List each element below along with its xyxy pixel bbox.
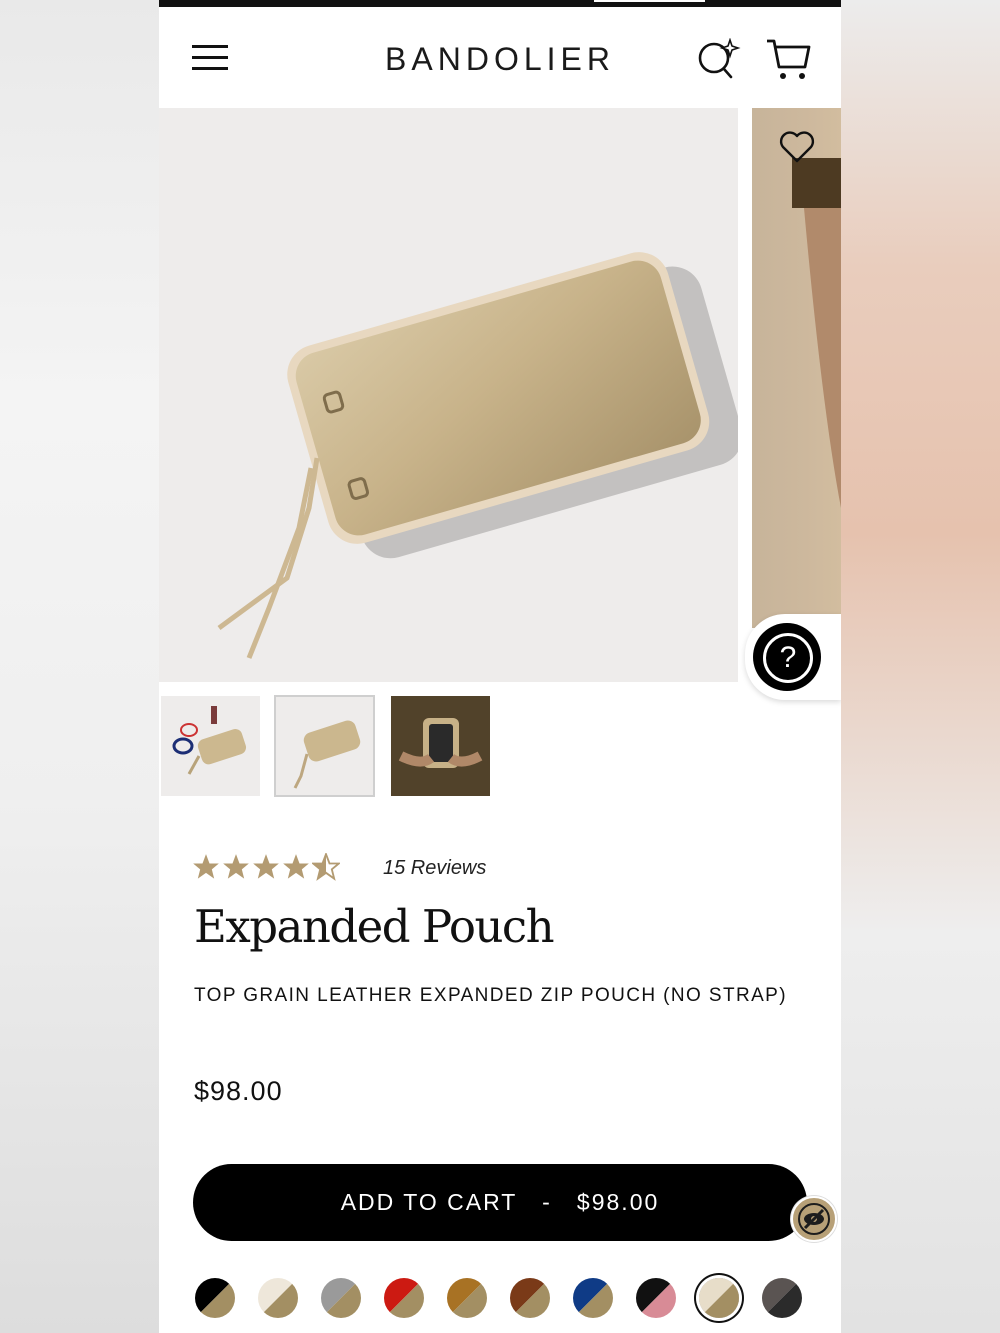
gold-pouch-illustration [217, 252, 738, 659]
add-to-cart-label: ADD TO CART - $98.00 [340, 1189, 660, 1215]
top-bar [159, 0, 841, 7]
help-chat-widget: ? [745, 614, 841, 700]
star-icon [253, 854, 279, 879]
color-swatch[interactable] [573, 1278, 613, 1318]
color-swatch[interactable] [384, 1278, 424, 1318]
color-swatch[interactable] [195, 1278, 235, 1318]
color-swatch[interactable] [321, 1278, 361, 1318]
color-swatch[interactable] [447, 1278, 487, 1318]
star-icon [223, 854, 249, 879]
heart-icon[interactable] [779, 130, 815, 164]
product-subtitle: TOP GRAIN LEATHER EXPANDED ZIP POUCH (NO… [194, 985, 787, 1006]
background-right [841, 0, 1000, 1333]
star-icon [283, 854, 309, 879]
thumbnail-pouch-contents[interactable] [161, 696, 260, 796]
product-gallery: ? [159, 108, 841, 700]
cart-icon[interactable] [765, 37, 813, 83]
color-swatch[interactable] [258, 1278, 298, 1318]
product-title: Expanded Pouch [194, 900, 555, 953]
star-icon [193, 854, 219, 879]
next-product-image[interactable] [752, 108, 841, 628]
half-star-icon [312, 853, 340, 881]
thumbnail-pouch-worn[interactable] [391, 696, 490, 796]
color-swatches [194, 1278, 834, 1324]
site-header: BANDOLIER [159, 7, 841, 108]
product-main-image[interactable] [159, 108, 738, 682]
top-indicator [594, 0, 705, 2]
product-page: BANDOLIER ? 15 Reviews Expanded Pouch TO… [159, 0, 841, 1333]
model-arm-illustration [792, 158, 841, 508]
color-swatch[interactable] [699, 1278, 739, 1318]
thumbnail-pouch-gold[interactable] [274, 695, 375, 797]
eye-off-icon[interactable] [791, 1196, 837, 1242]
color-swatch[interactable] [762, 1278, 802, 1318]
product-price: $98.00 [194, 1076, 283, 1106]
add-to-cart-button[interactable]: ADD TO CART - $98.00 [193, 1164, 807, 1241]
search-sparkle-icon[interactable] [695, 38, 743, 84]
help-chat-icon[interactable]: ? [753, 623, 821, 691]
thumbnail-strip [159, 695, 841, 798]
color-swatch[interactable] [510, 1278, 550, 1318]
background-left [0, 0, 159, 1333]
reviews-link[interactable]: 15 Reviews [383, 857, 486, 880]
color-swatch[interactable] [636, 1278, 676, 1318]
